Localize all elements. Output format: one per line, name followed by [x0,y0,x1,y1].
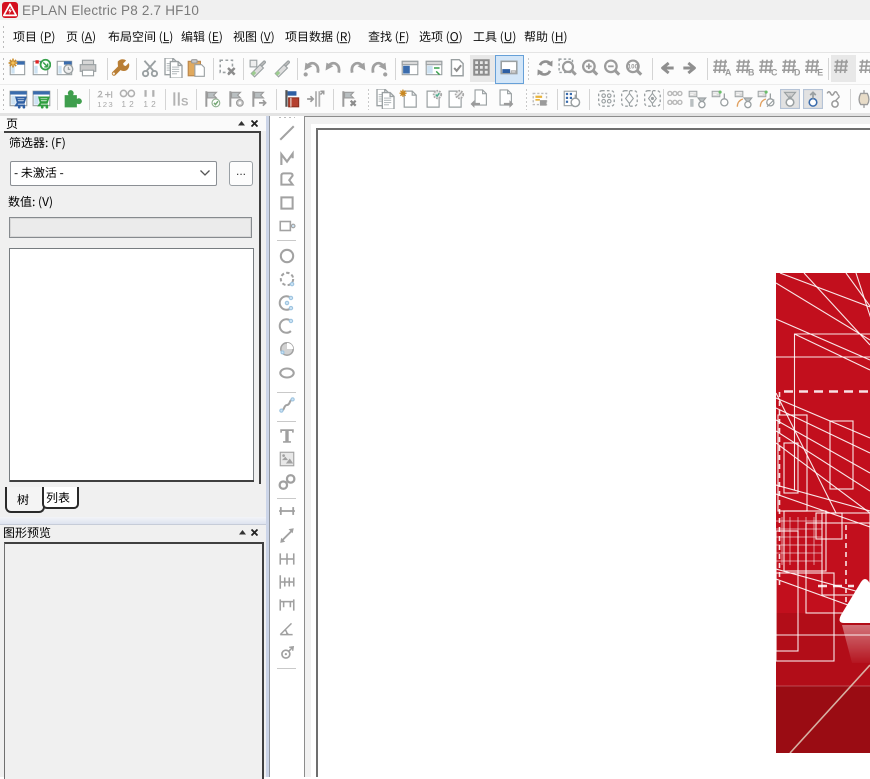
svg-text:A: A [725,68,732,78]
svg-text:2: 2 [103,100,107,109]
svg-text:E: E [817,68,823,78]
svg-text:B: B [748,68,754,78]
svg-text:1: 1 [97,100,101,109]
svg-text:100: 100 [628,64,639,71]
svg-text:S: S [181,97,188,109]
svg-text:D: D [794,68,801,78]
svg-text:3: 3 [108,100,112,109]
svg-text:2: 2 [151,99,156,109]
svg-text:2: 2 [129,99,134,109]
svg-text:1: 1 [143,99,148,109]
svg-text:1: 1 [121,99,126,109]
svg-text:C: C [771,68,778,78]
